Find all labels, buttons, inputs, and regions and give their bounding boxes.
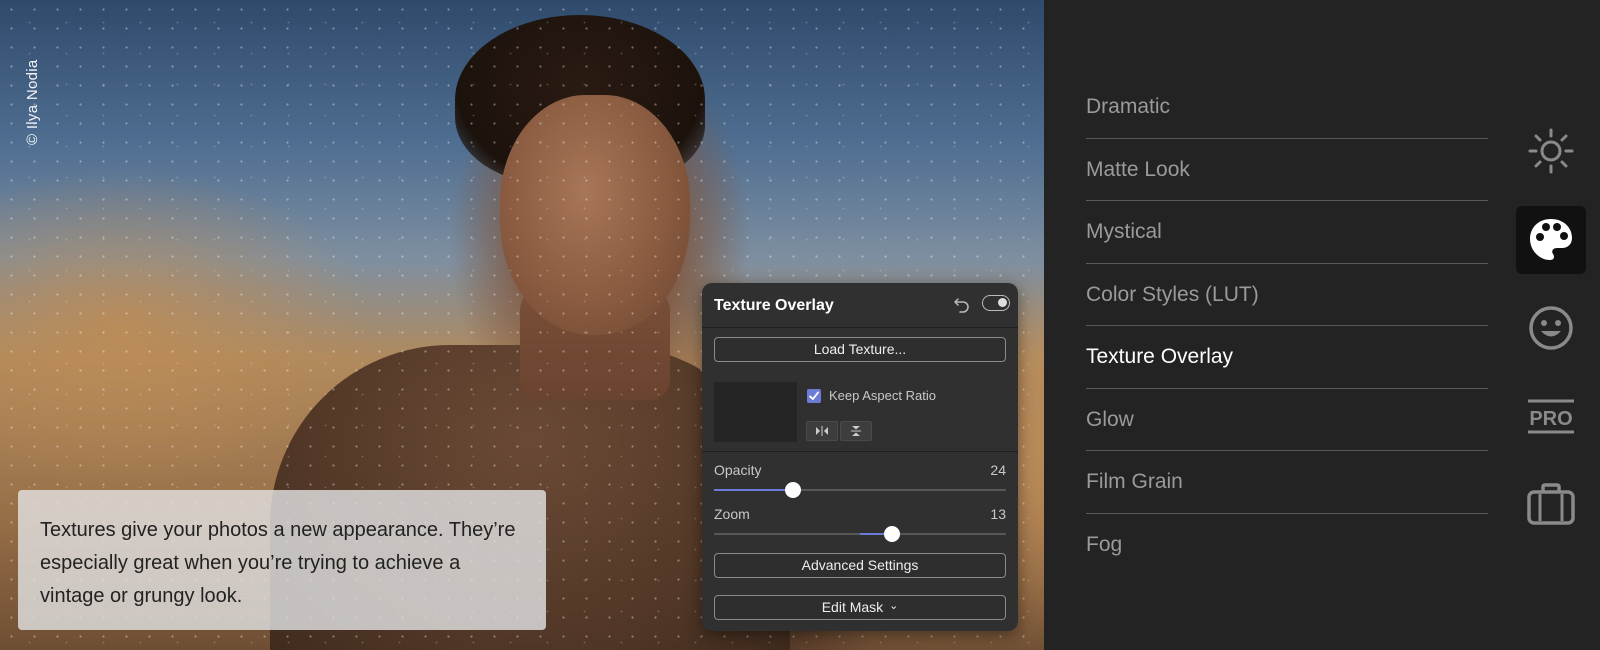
zoom-label: Zoom <box>714 506 750 522</box>
essentials-tool[interactable] <box>1516 117 1586 185</box>
portrait-tool[interactable] <box>1516 294 1586 362</box>
face-icon <box>1529 306 1573 350</box>
caption-text: Textures give your photos a new appearan… <box>40 519 516 607</box>
professional-tool[interactable] <box>1516 470 1586 538</box>
opacity-slider-handle[interactable] <box>784 482 801 498</box>
chevron-down-icon: ⌄ <box>889 600 899 612</box>
texture-thumbnail <box>714 382 797 442</box>
filter-item-fog[interactable]: Fog <box>1086 514 1488 577</box>
texture-overlay-panel: Texture Overlay Load Texture... Keep Asp… <box>702 283 1018 631</box>
filter-item-texture-overlay[interactable]: Texture Overlay <box>1086 326 1488 389</box>
keep-aspect-label: Keep Aspect Ratio <box>829 388 936 403</box>
zoom-slider[interactable] <box>714 526 1006 542</box>
load-texture-button[interactable]: Load Texture... <box>714 337 1006 362</box>
creative-tool[interactable] <box>1516 206 1586 274</box>
check-icon <box>809 391 819 400</box>
filter-item-dramatic[interactable]: Dramatic <box>1086 76 1488 139</box>
keep-aspect-checkbox[interactable] <box>807 389 821 403</box>
palette-icon <box>1530 219 1572 260</box>
filter-item-film-grain[interactable]: Film Grain <box>1086 451 1488 514</box>
opacity-slider[interactable] <box>714 482 1006 498</box>
panel-divider <box>702 451 1018 452</box>
edit-mask-label: Edit Mask <box>821 599 884 615</box>
filter-item-matte-look[interactable]: Matte Look <box>1086 139 1488 201</box>
pro-icon: PRO <box>1528 399 1574 434</box>
filter-item-mystical[interactable]: Mystical <box>1086 201 1488 264</box>
tool-strip: PRO <box>1516 0 1586 650</box>
panel-divider <box>702 327 1018 328</box>
flip-vertical-button[interactable] <box>840 421 872 441</box>
flip-horizontal-button[interactable] <box>806 421 838 441</box>
caption-box: Textures give your photos a new appearan… <box>18 490 546 630</box>
briefcase-icon <box>1527 483 1575 525</box>
opacity-label: Opacity <box>714 462 762 478</box>
opacity-slider-fill <box>714 489 793 491</box>
filter-item-glow[interactable]: Glow <box>1086 389 1488 451</box>
panel-enable-toggle[interactable] <box>982 295 1010 311</box>
photo-credit: © Ilya Nodia <box>24 59 41 145</box>
undo-icon[interactable] <box>952 294 972 314</box>
flip-horizontal-icon <box>816 426 828 436</box>
zoom-value: 13 <box>990 506 1006 522</box>
filter-list: Dramatic Matte Look Mystical Color Styles (… <box>1086 76 1488 576</box>
edit-mask-button[interactable]: Edit Mask ⌄ <box>714 595 1006 620</box>
pro-tool[interactable]: PRO <box>1516 382 1586 450</box>
opacity-value: 24 <box>990 462 1006 478</box>
panel-title: Texture Overlay <box>714 297 834 314</box>
pro-label: PRO <box>1529 408 1572 430</box>
toggle-knob <box>998 298 1007 307</box>
flip-vertical-icon <box>851 426 861 436</box>
zoom-slider-handle[interactable] <box>884 526 901 542</box>
filters-sidebar: Dramatic Matte Look Mystical Color Styles (… <box>1044 0 1600 650</box>
filter-item-color-styles-lut[interactable]: Color Styles (LUT) <box>1086 264 1488 326</box>
sun-icon <box>1528 128 1574 174</box>
advanced-settings-button[interactable]: Advanced Settings <box>714 553 1006 578</box>
